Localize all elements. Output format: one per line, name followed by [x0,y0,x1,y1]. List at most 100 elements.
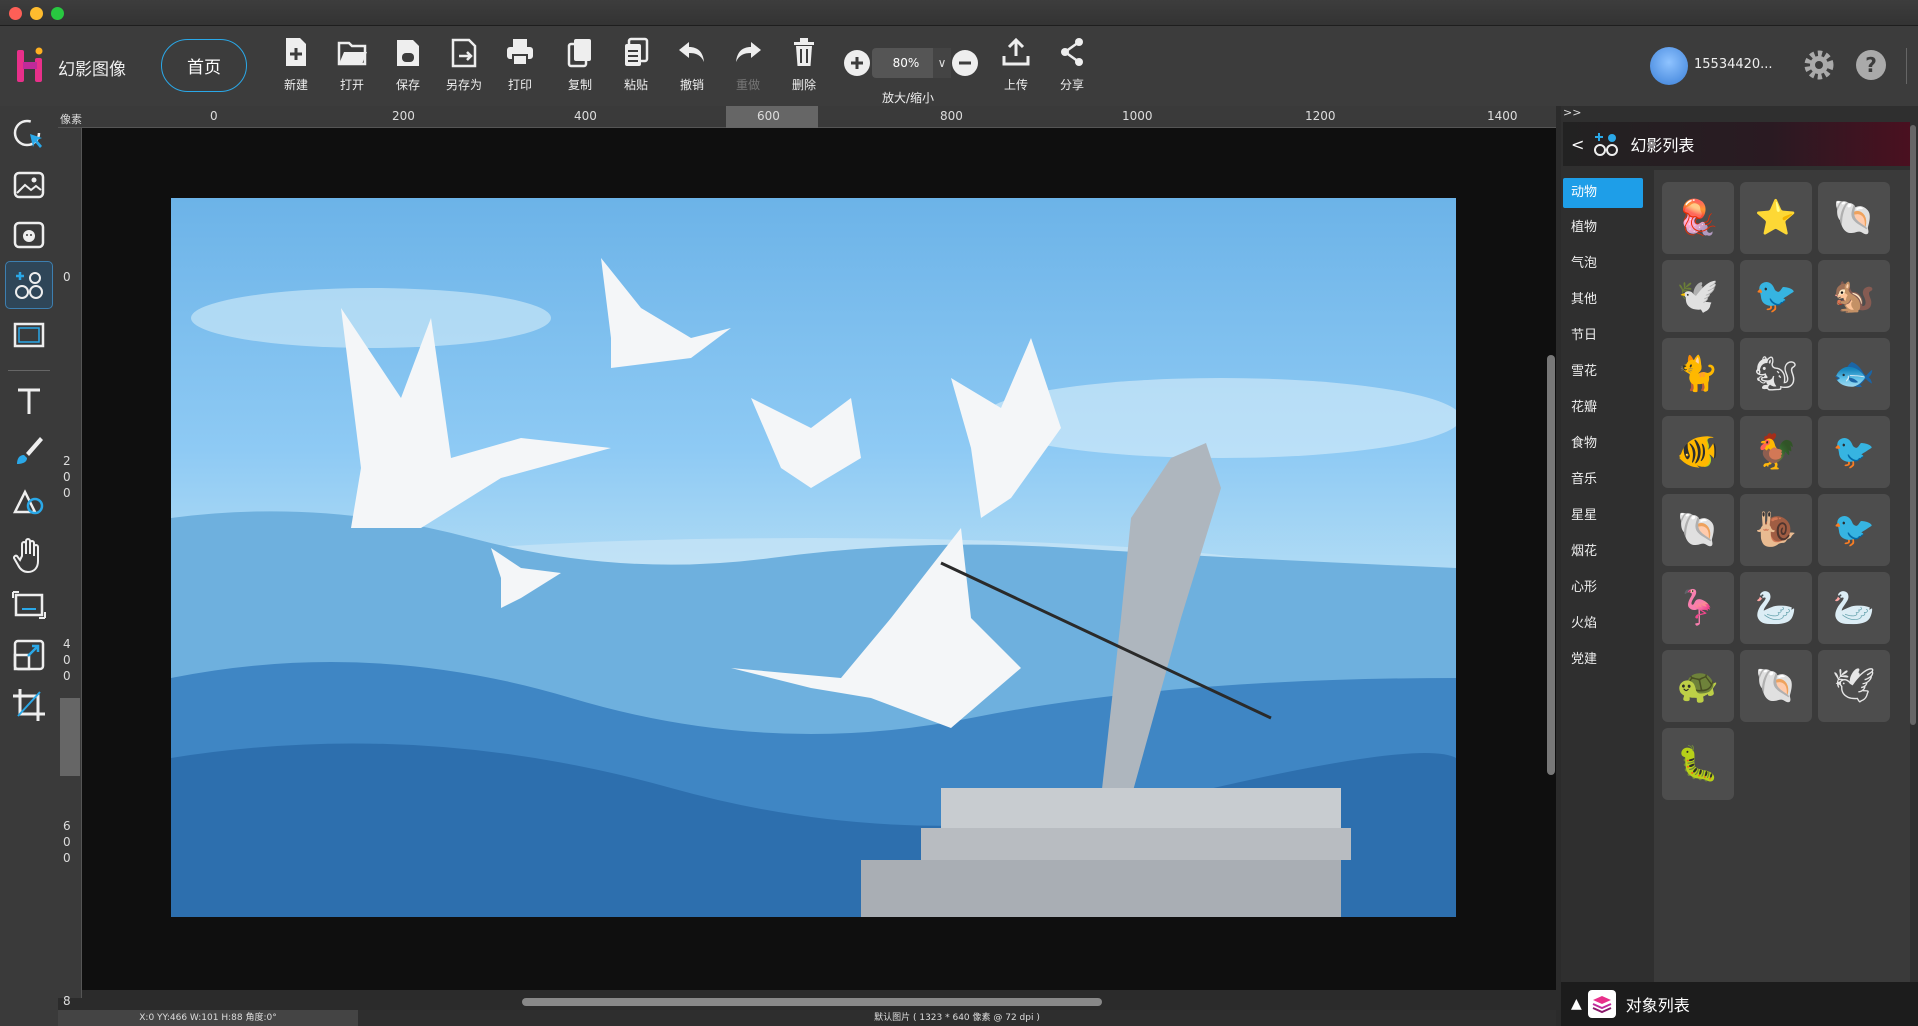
avatar[interactable] [1650,47,1688,85]
text-tool[interactable] [6,378,52,424]
help-icon[interactable]: ? [1853,47,1889,83]
category-item[interactable]: 火焰 [1563,610,1643,646]
effect-thumbnail[interactable]: 🦢 [1818,572,1890,644]
category-item[interactable]: 星星 [1563,502,1643,538]
upload-button[interactable]: 上传 [988,36,1044,98]
vertical-scrollbar[interactable] [1547,355,1555,775]
image-tool[interactable] [6,162,52,208]
hand-tool[interactable] [6,532,52,578]
objects-panel-title: 对象列表 [1625,996,1690,1015]
frame-tool[interactable] [6,312,52,358]
zoom-dropdown-button[interactable]: ∨ [933,48,951,78]
category-item[interactable]: 食物 [1563,430,1643,466]
category-item[interactable]: 雪花 [1563,358,1643,394]
zoom-value-field[interactable]: 80% [872,48,940,78]
effect-thumbnail[interactable]: 🐿 [1740,338,1812,410]
collapse-panel-button[interactable]: >> [1563,106,1581,119]
effect-thumbnail[interactable]: 🐚 [1818,182,1890,254]
effect-thumbnail[interactable]: 🐿️ [1818,260,1890,332]
crop-icon [13,689,45,721]
effect-thumbnail[interactable]: 🐦 [1740,260,1812,332]
crop-tool[interactable] [6,682,52,728]
sticker-icon [13,221,45,249]
share-button[interactable]: 分享 [1044,36,1100,98]
ruler-tick: 400 [63,637,71,683]
gear-icon[interactable] [1801,47,1837,83]
effect-thumbnail[interactable]: 🐓 [1740,416,1812,488]
category-item[interactable]: 气泡 [1563,250,1643,286]
panel-scrollbar[interactable] [1910,125,1916,725]
effect-thumbnail[interactable]: 🐠 [1662,416,1734,488]
user-name[interactable]: 15534420... [1694,57,1773,72]
share-icon [1061,38,1083,66]
image-info: 默认图片 ( 1323 * 640 像素 @ 72 dpi ) [874,1013,1040,1023]
expand-triangle-icon[interactable]: ▲ [1571,996,1582,1012]
back-button[interactable]: < [1571,135,1584,154]
horizontal-ruler: 像素 0 200 400 600 800 1000 1200 1400 [58,106,1556,128]
category-item[interactable]: 心形 [1563,574,1643,610]
app-logo-icon [17,47,43,82]
effect-thumbnail[interactable]: 🐟 [1818,338,1890,410]
new-file-icon [286,38,306,66]
effect-thumbnail[interactable]: 🐦 [1818,494,1890,566]
effect-thumbnail[interactable]: 🪼 [1662,182,1734,254]
close-window-button[interactable] [9,7,22,20]
save-button[interactable]: 保存 [380,36,436,98]
brush-tool[interactable] [6,428,52,474]
sticker-tool[interactable] [6,212,52,258]
print-button[interactable]: 打印 [492,36,548,98]
share-label: 分享 [1059,78,1084,92]
effect-thumbnail[interactable]: 🐛 [1662,728,1734,800]
category-list: 动物 植物 气泡 其他 节日 雪花 花瓣 食物 音乐 星星 烟花 心形 火焰 党… [1561,178,1653,682]
home-button[interactable]: 首页 [161,39,247,92]
new-button[interactable]: 新建 [268,36,324,98]
scale-tool[interactable] [6,632,52,678]
zoom-window-button[interactable] [51,7,64,20]
effect-thumbnail[interactable]: 🦢 [1740,572,1812,644]
effect-thumbnail[interactable]: ⭐ [1740,182,1812,254]
select-tool[interactable] [6,112,52,158]
zoom-in-button[interactable] [844,50,870,76]
redo-button[interactable]: 重做 [720,36,776,98]
save-as-button[interactable]: 另存为 [436,36,492,98]
delete-button[interactable]: 删除 [776,36,832,98]
horizontal-scrollbar[interactable] [522,998,1102,1006]
editing-canvas[interactable] [82,128,1556,990]
objects-panel-bar[interactable]: ▲ 对象列表 [1561,982,1918,1026]
category-item[interactable]: 其他 [1563,286,1643,322]
ruler-tick: 200 [392,109,415,123]
effect-thumbnail[interactable]: 🐈 [1662,338,1734,410]
delete-label: 删除 [791,78,816,92]
shape-tool[interactable] [6,478,52,524]
effect-thumbnail[interactable]: 🕊 [1818,650,1890,722]
effect-thumbnail[interactable]: 🐚 [1740,650,1812,722]
effect-thumbnail[interactable]: 🐚 [1662,494,1734,566]
effect-thumbnail[interactable]: 🐦 [1818,416,1890,488]
copy-button[interactable]: 复制 [552,36,608,98]
category-item[interactable]: 烟花 [1563,538,1643,574]
effect-thumbnail[interactable]: 🦩 [1662,572,1734,644]
upload-icon [1002,37,1030,66]
effects-list-tool[interactable] [5,261,53,309]
paste-button[interactable]: 粘贴 [608,36,664,98]
category-item[interactable]: 党建 [1563,646,1643,682]
category-item[interactable]: 音乐 [1563,466,1643,502]
panel-title: 幻影列表 [1630,136,1695,155]
category-item[interactable]: 动物 [1563,178,1643,208]
effect-thumbnail[interactable]: 🕊️ [1662,260,1734,332]
undo-button[interactable]: 撤销 [664,36,720,98]
canvas-image[interactable] [171,198,1456,917]
open-button[interactable]: 打开 [324,36,380,98]
category-item[interactable]: 节日 [1563,322,1643,358]
zoom-out-button[interactable] [952,50,978,76]
status-bar: X:0 YY:466 W:101 H:88 角度:0° 默认图片 ( 1323 … [58,1010,1556,1026]
effect-thumbnail[interactable]: 🐢 [1662,650,1734,722]
canvas-size-tool[interactable] [6,582,52,628]
new-label: 新建 [283,78,308,92]
zoom-out-icon [959,61,971,65]
category-item[interactable]: 花瓣 [1563,394,1643,430]
effect-thumbnail[interactable]: 🐌 [1740,494,1812,566]
minimize-window-button[interactable] [30,7,43,20]
category-item[interactable]: 植物 [1563,214,1643,250]
open-label: 打开 [339,78,364,92]
